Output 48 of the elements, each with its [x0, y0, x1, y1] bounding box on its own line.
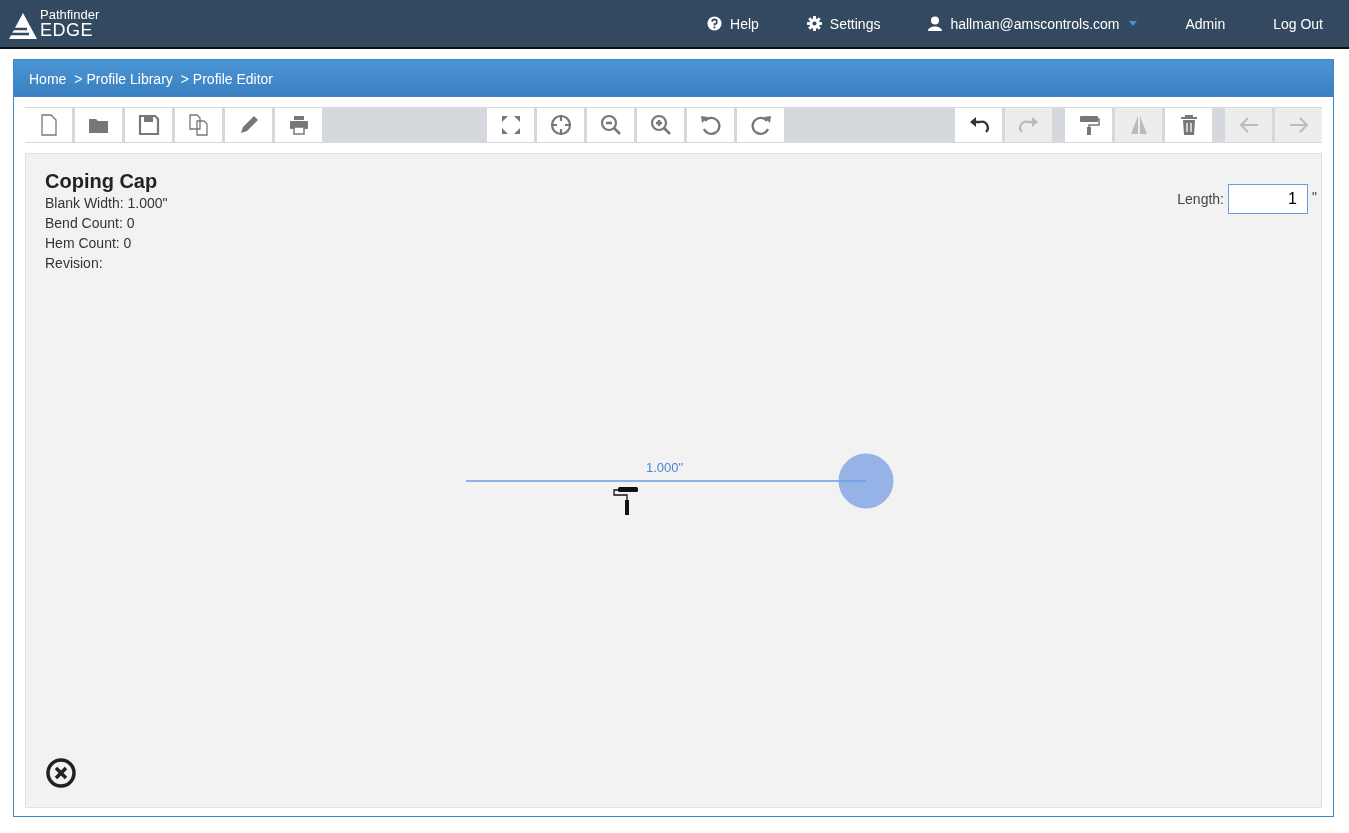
settings-link[interactable]: Settings	[790, 15, 897, 32]
pencil-button[interactable]	[225, 108, 272, 142]
nav-link[interactable]: Log Out	[1257, 15, 1339, 32]
floppy-disk-button[interactable]	[125, 108, 172, 142]
dimension-label: 1.000"	[646, 460, 684, 475]
breadcrumb-link[interactable]: Home	[29, 70, 67, 87]
nav-link[interactable]: Admin	[1169, 15, 1242, 32]
unit-label: "	[1312, 189, 1317, 205]
help-icon	[707, 16, 723, 31]
user-menu[interactable]: hallman@amscontrols.com	[912, 15, 1154, 32]
profile-detail: Bend Count: 0	[45, 214, 136, 233]
zoom-in-button[interactable]	[637, 108, 684, 142]
paint-roller-button[interactable]	[1065, 108, 1112, 142]
endpoint-handle[interactable]	[838, 453, 894, 509]
rotate-right-button[interactable]	[737, 108, 784, 142]
zoom-in-icon	[648, 113, 673, 137]
printer-button[interactable]	[275, 108, 322, 142]
length-label: Length:	[1177, 191, 1224, 207]
rotate-left-icon	[698, 113, 723, 137]
brand-name: EDGE	[40, 21, 94, 39]
rotate-right-icon	[748, 113, 773, 137]
profile-detail: Revision:	[45, 254, 104, 273]
folder-button[interactable]	[75, 108, 122, 142]
user-icon	[928, 16, 943, 31]
paint-roller-icon[interactable]	[613, 487, 638, 515]
length-input[interactable]: 1	[1228, 184, 1308, 214]
trash-button[interactable]	[1165, 108, 1212, 142]
expand-arrows-button[interactable]	[487, 108, 534, 142]
copy-icon	[186, 113, 211, 137]
breadcrumb-link[interactable]: > Profile Library	[74, 70, 173, 87]
crosshair-icon	[548, 113, 573, 137]
crosshair-button[interactable]	[537, 108, 584, 142]
help-link[interactable]: Help	[691, 15, 775, 32]
undo-button[interactable]	[955, 108, 1002, 142]
zoom-out-icon	[598, 113, 623, 137]
zoom-out-button[interactable]	[587, 108, 634, 142]
copy-button[interactable]	[175, 108, 222, 142]
brand-name: Pathfinder	[40, 8, 100, 21]
profile-title: Coping Cap	[45, 170, 159, 193]
page-button[interactable]	[25, 108, 72, 142]
profile-detail: Hem Count: 0	[45, 234, 133, 253]
triangle-logo-icon	[9, 13, 37, 39]
gear-icon	[806, 16, 822, 31]
drawing-canvas[interactable]: Coping Cap Blank Width: 1.000" Bend Count: 0 Hem Count: 0 Revision: Length: 1 " 1.000"	[25, 153, 1322, 808]
profile-detail: Blank Width: 1.000"	[45, 194, 168, 213]
breadcrumb-current: > Profile Editor	[180, 70, 273, 87]
rotate-left-button[interactable]	[687, 108, 734, 142]
close-icon[interactable]	[45, 757, 77, 789]
